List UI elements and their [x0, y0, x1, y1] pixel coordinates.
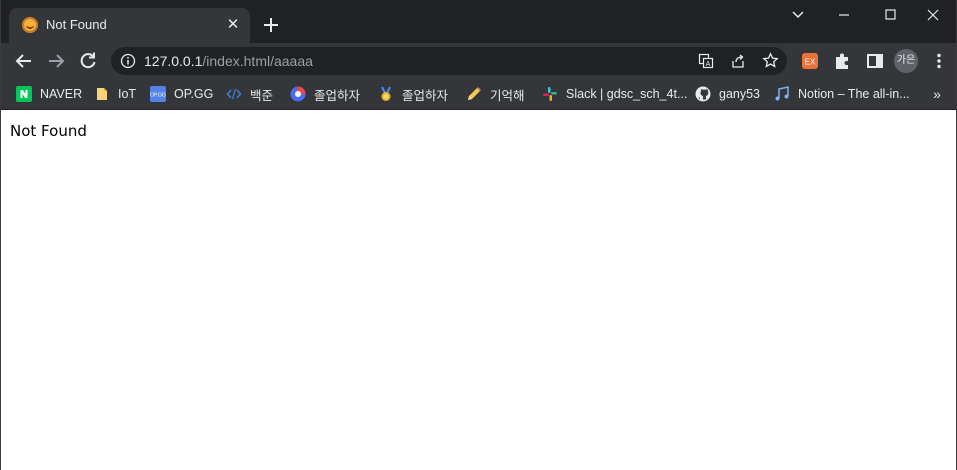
- bookmark-graduate-1[interactable]: 졸업하자: [290, 84, 360, 104]
- bookmark-label: gany53: [719, 87, 761, 101]
- svg-text:A: A: [706, 61, 711, 68]
- tab-title: Not Found: [46, 17, 107, 32]
- extension-badge-icon: EX: [802, 53, 818, 69]
- favicon-icon: [22, 17, 38, 33]
- arrow-right-icon: [49, 54, 65, 68]
- maximize-icon: [885, 9, 896, 20]
- extension-button[interactable]: EX: [798, 49, 822, 73]
- menu-button[interactable]: [926, 48, 952, 74]
- bookmark-graduate-2[interactable]: 졸업하자: [378, 84, 448, 104]
- github-icon: [695, 86, 711, 102]
- code-brackets-icon: [226, 86, 242, 102]
- url-path: /index.html/aaaaa: [202, 53, 313, 69]
- bookmark-naver[interactable]: NAVER: [16, 84, 82, 104]
- minimize-button[interactable]: [821, 0, 867, 30]
- tab-search-button[interactable]: [775, 0, 821, 30]
- bookmark-label: NAVER: [40, 87, 83, 101]
- browser-window: Not Found ✕ 127.0.0.1/index.html/aaaaa A…: [0, 0, 957, 470]
- reload-icon: [80, 52, 96, 69]
- side-panel-icon: [867, 54, 883, 68]
- pencil-icon: [466, 86, 482, 102]
- share-icon[interactable]: [730, 53, 746, 69]
- bookmark-remember[interactable]: 기억해: [466, 84, 525, 104]
- close-icon: [927, 9, 939, 21]
- minimize-icon: [839, 14, 849, 16]
- close-window-button[interactable]: [910, 0, 956, 30]
- star-icon[interactable]: [762, 52, 779, 69]
- bookmark-baekjoon[interactable]: 백준: [226, 84, 273, 104]
- address-bar[interactable]: 127.0.0.1/index.html/aaaaa A: [111, 47, 787, 75]
- not-found-message: Not Found: [10, 122, 87, 140]
- naver-icon: [16, 86, 32, 102]
- bookmark-label: Slack | gdsc_sch_4t...: [566, 87, 688, 101]
- folder-icon: [94, 86, 110, 102]
- app-circle-icon: [290, 86, 306, 102]
- opgg-icon: OP.GG: [150, 86, 166, 102]
- bookmark-iot[interactable]: IoT: [94, 84, 136, 104]
- side-panel-button[interactable]: [862, 48, 888, 74]
- tab-close-button[interactable]: ✕: [225, 17, 241, 33]
- url-host: 127.0.0.1: [144, 53, 203, 69]
- bookmark-label: 백준: [250, 88, 274, 103]
- bookmarks-overflow-button[interactable]: »: [927, 84, 947, 104]
- maximize-button[interactable]: [867, 0, 913, 30]
- back-button[interactable]: [11, 48, 37, 74]
- bookmark-slack[interactable]: Slack | gdsc_sch_4t...: [542, 84, 687, 104]
- tab-not-found[interactable]: Not Found ✕: [9, 8, 250, 43]
- bookmark-opgg[interactable]: OP.GG OP.GG: [150, 84, 213, 104]
- translate-icon[interactable]: A: [698, 53, 714, 69]
- arrow-left-icon: [15, 54, 31, 68]
- medal-icon: [378, 86, 394, 102]
- bookmark-notion[interactable]: Notion – The all-in...: [774, 84, 910, 104]
- info-icon[interactable]: [120, 53, 136, 69]
- forward-button[interactable]: [43, 48, 69, 74]
- url-text[interactable]: 127.0.0.1/index.html/aaaaa: [144, 53, 313, 69]
- reload-button[interactable]: [75, 48, 101, 74]
- bookmarks-bar: NAVER IoT OP.GG OP.GG 백준 졸업하자 졸업하자 기억해 S…: [1, 79, 956, 110]
- profile-avatar[interactable]: 가은: [894, 49, 918, 73]
- page-content: Not Found: [1, 110, 956, 470]
- kebab-menu-icon: [937, 53, 941, 69]
- toolbar: 127.0.0.1/index.html/aaaaa A EX 가은: [1, 43, 956, 79]
- new-tab-button[interactable]: [259, 13, 283, 37]
- tab-strip: Not Found ✕: [1, 0, 956, 43]
- slack-icon: [542, 86, 558, 102]
- bookmark-label: OP.GG: [174, 87, 214, 101]
- extensions-menu-button[interactable]: [830, 48, 856, 74]
- bookmark-label: IoT: [118, 87, 137, 101]
- svg-text:OP.GG: OP.GG: [150, 93, 166, 99]
- puzzle-icon: [836, 53, 848, 69]
- plus-icon: [264, 18, 278, 32]
- bookmark-label: 졸업하자: [402, 88, 449, 103]
- bookmark-github[interactable]: gany53: [695, 84, 760, 104]
- bookmark-label: 기억해: [490, 88, 525, 103]
- svg-text:EX: EX: [805, 58, 816, 67]
- bookmark-label: Notion – The all-in...: [798, 87, 910, 101]
- chevron-down-icon: [792, 11, 804, 19]
- bookmark-label: 졸업하자: [314, 88, 361, 103]
- music-notes-icon: [774, 86, 790, 102]
